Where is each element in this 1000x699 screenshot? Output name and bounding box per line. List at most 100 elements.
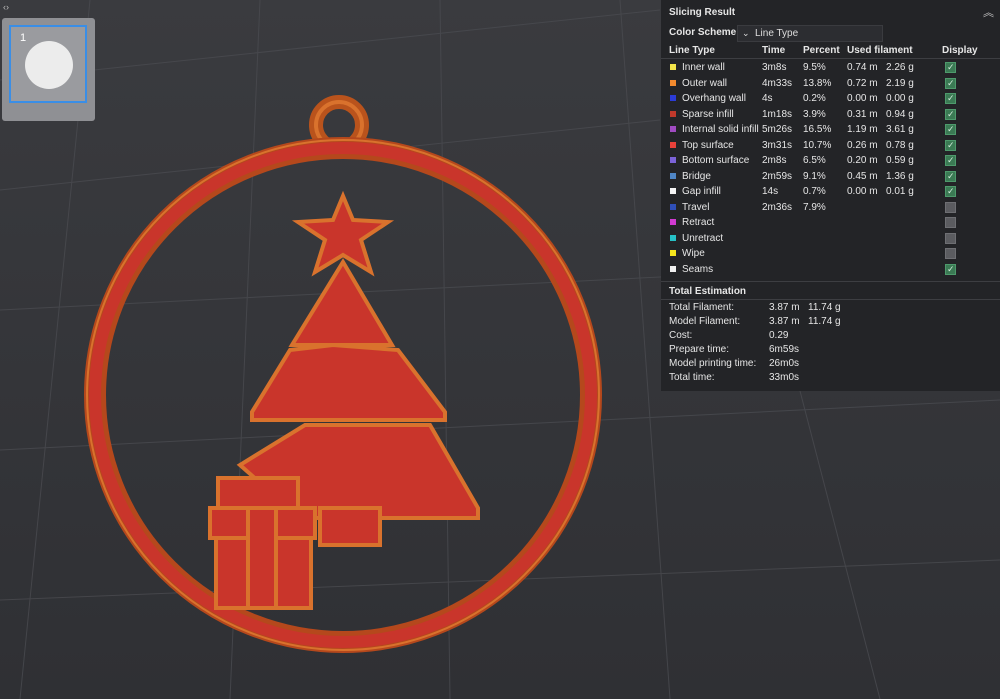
table-row: Overhang wall 4s 0.2% 0.00 m 0.00 g — [661, 91, 1000, 106]
line-type-name: Bridge — [682, 170, 711, 182]
line-type-color-swatch — [670, 188, 676, 194]
table-row: Internal solid infill 5m26s 16.5% 1.19 m 3.6… — [661, 122, 1000, 137]
line-type-name: Top surface — [682, 139, 734, 151]
display-checkbox[interactable] — [945, 60, 956, 75]
line-type-weight: 1.36 g — [886, 170, 914, 182]
slicing-result-panel: Slicing Result ︽ Color Scheme ⌄ Line Typ… — [661, 0, 1000, 391]
line-type-name: Inner wall — [682, 62, 725, 73]
table-row: Outer wall 4m33s 13.8% 0.72 m 2.19 g — [661, 76, 1000, 91]
line-type-weight: 0.59 g — [886, 155, 914, 166]
display-checkbox[interactable] — [945, 76, 956, 91]
panel-title: Slicing Result — [669, 7, 736, 18]
table-row: Wipe — [661, 246, 1000, 261]
estimation-value: 33m0s — [769, 372, 800, 383]
line-type-weight: 3.61 g — [886, 124, 914, 135]
line-type-time: 2m59s — [762, 170, 793, 182]
line-type-color-swatch — [670, 110, 676, 117]
plate-thumbnail[interactable]: 1 — [9, 25, 87, 103]
line-type-percent: 0.2% — [803, 93, 826, 104]
estimation-value-secondary: 11.74 g — [808, 302, 841, 313]
display-checkbox[interactable] — [945, 184, 956, 199]
line-type-length: 0.20 m — [847, 155, 878, 166]
line-type-length: 0.31 m — [847, 108, 878, 120]
line-type-percent: 0.7% — [803, 186, 826, 197]
table-row: Unretract — [661, 231, 1000, 246]
display-checkbox[interactable] — [945, 91, 956, 106]
line-type-time: 1m18s — [762, 108, 793, 120]
estimation-value: 6m59s — [769, 344, 800, 355]
line-type-weight: 0.01 g — [886, 186, 914, 197]
display-checkbox[interactable] — [945, 201, 956, 213]
header-percent: Percent — [803, 45, 840, 56]
plate-thumbnail-panel: 1 — [2, 18, 95, 121]
table-row: Sparse infill 1m18s 3.9% 0.31 m 0.94 g — [661, 107, 1000, 122]
line-type-time: 4s — [762, 93, 773, 104]
plate-preview-image — [25, 41, 73, 89]
line-type-weight: 2.26 g — [886, 62, 914, 73]
line-type-length: 0.00 m — [847, 186, 878, 197]
line-type-name: Bottom surface — [682, 155, 750, 166]
line-type-length: 0.74 m — [847, 62, 878, 73]
collapse-arrows-icon[interactable]: ‹› — [3, 2, 9, 12]
line-type-length: 0.26 m — [847, 139, 878, 151]
estimation-label: Total time: — [669, 372, 715, 383]
display-checkbox[interactable] — [945, 122, 956, 137]
table-row: Bridge 2m59s 9.1% 0.45 m 1.36 g — [661, 169, 1000, 184]
line-type-color-swatch — [670, 95, 676, 101]
line-type-length: 1.19 m — [847, 124, 878, 135]
table-row: Top surface 3m31s 10.7% 0.26 m 0.78 g — [661, 138, 1000, 153]
line-type-percent: 9.5% — [803, 62, 826, 73]
display-checkbox[interactable] — [945, 169, 956, 184]
line-type-color-swatch — [670, 141, 676, 148]
display-checkbox[interactable] — [945, 232, 956, 244]
display-checkbox[interactable] — [945, 107, 956, 122]
header-time: Time — [762, 45, 786, 56]
line-type-percent: 13.8% — [803, 77, 832, 89]
display-checkbox[interactable] — [945, 217, 956, 228]
line-type-percent: 3.9% — [803, 108, 826, 120]
header-line-type: Line Type — [669, 45, 715, 56]
divider — [661, 281, 1000, 282]
line-type-percent: 6.5% — [803, 155, 826, 166]
line-type-name: Retract — [682, 217, 715, 228]
estimation-value: 26m0s — [769, 358, 800, 369]
line-type-name: Travel — [682, 201, 710, 213]
line-type-percent: 16.5% — [803, 124, 832, 135]
divider — [661, 299, 1000, 300]
line-type-name: Wipe — [682, 248, 705, 259]
display-checkbox[interactable] — [945, 262, 956, 277]
line-type-percent: 7.9% — [803, 201, 826, 213]
line-type-percent: 9.1% — [803, 170, 826, 182]
estimation-label: Model Filament: — [669, 316, 741, 327]
estimation-value: 3.87 m — [769, 316, 800, 327]
line-type-time: 3m8s — [762, 62, 787, 73]
line-type-color-swatch — [670, 126, 676, 132]
line-type-name: Overhang wall — [682, 93, 746, 104]
line-type-time: 4m33s — [762, 77, 793, 89]
table-row: Travel 2m36s 7.9% — [661, 200, 1000, 215]
table-row: Bottom surface 2m8s 6.5% 0.20 m 0.59 g — [661, 153, 1000, 168]
table-row: Inner wall 3m8s 9.5% 0.74 m 2.26 g — [661, 60, 1000, 75]
line-type-name: Outer wall — [682, 77, 728, 89]
line-type-name: Unretract — [682, 232, 724, 244]
display-checkbox[interactable] — [945, 138, 956, 153]
estimation-label: Prepare time: — [669, 344, 730, 355]
line-type-color-swatch — [670, 250, 676, 256]
plate-number: 1 — [20, 32, 27, 44]
table-row: Gap infill 14s 0.7% 0.00 m 0.01 g — [661, 184, 1000, 199]
line-type-time: 3m31s — [762, 139, 793, 151]
divider — [661, 58, 1000, 59]
table-row: Retract — [661, 215, 1000, 230]
line-type-name: Gap infill — [682, 186, 721, 197]
header-used-filament: Used filament — [847, 45, 913, 56]
double-chevron-up-icon[interactable]: ︽ — [983, 4, 994, 20]
color-scheme-select[interactable]: ⌄ Line Type — [737, 25, 883, 42]
line-type-length: 0.00 m — [847, 93, 878, 104]
color-scheme-label: Color Scheme — [669, 27, 737, 38]
line-type-weight: 2.19 g — [886, 77, 914, 89]
line-type-color-swatch — [670, 219, 676, 225]
display-checkbox[interactable] — [945, 153, 956, 168]
display-checkbox[interactable] — [945, 248, 956, 259]
line-type-color-swatch — [670, 64, 676, 70]
gift-box — [208, 476, 317, 610]
